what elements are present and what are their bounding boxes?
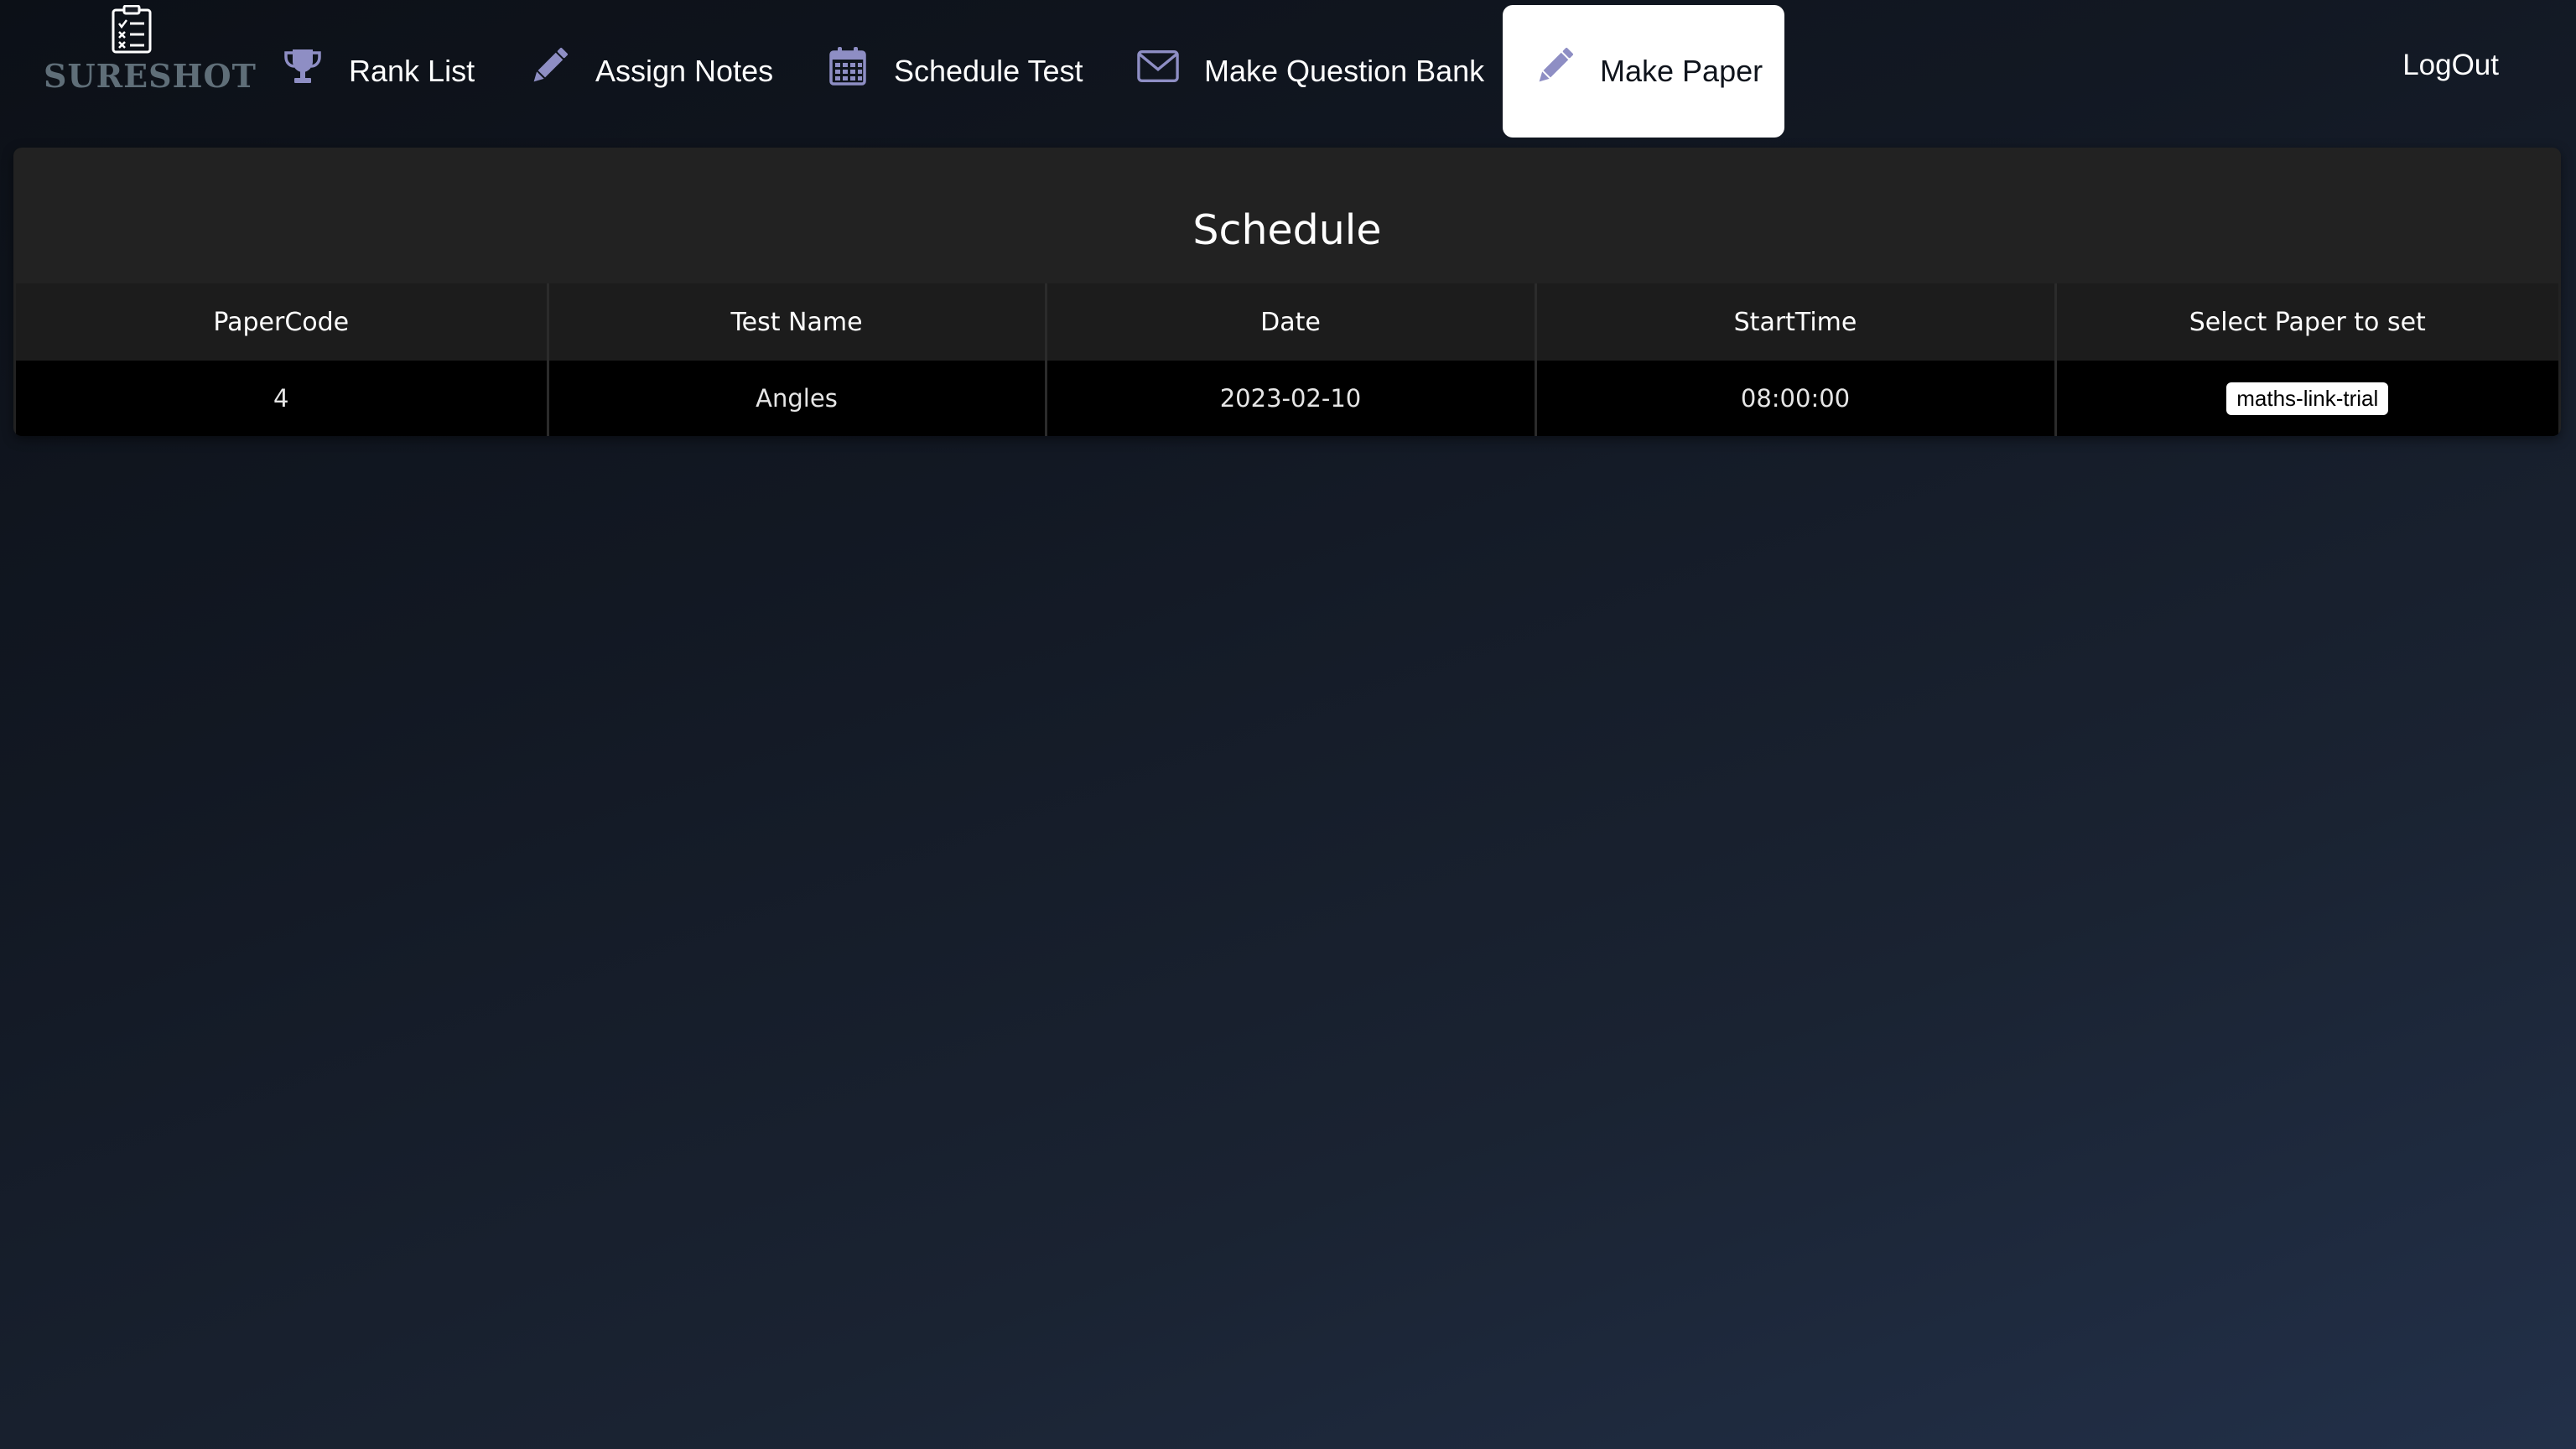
nav-label: Rank List (349, 54, 475, 88)
schedule-panel: Schedule PaperCode Test Name Date StartT… (13, 148, 2561, 436)
nav-label: Make Question Bank (1204, 54, 1485, 88)
column-header-date: Date (1046, 283, 1537, 361)
paper-select-dropdown[interactable]: maths-link-trial (2226, 382, 2389, 415)
clipboard-checklist-icon (112, 5, 152, 54)
cell-test-name: Angles (548, 361, 1047, 436)
table-header-row: PaperCode Test Name Date StartTime Selec… (16, 283, 2558, 361)
column-header-starttime: StartTime (1535, 283, 2057, 361)
schedule-table: PaperCode Test Name Date StartTime Selec… (16, 283, 2558, 436)
cell-start-time: 08:00:00 (1535, 361, 2057, 436)
cell-paper-code: 4 (16, 361, 549, 436)
pencil-icon (1535, 45, 1575, 87)
nav-item-schedule-test[interactable]: Schedule Test (795, 5, 1115, 138)
nav-label: Schedule Test (894, 54, 1083, 88)
column-header-test-name: Test Name (548, 283, 1047, 361)
nav-item-rank-list[interactable]: Rank List (250, 5, 506, 138)
trophy-icon (282, 45, 324, 87)
top-navbar: SURESHOT Rank List Assign Notes Schedule… (0, 0, 2576, 144)
nav-item-make-question-bank[interactable]: Make Question Bank (1105, 5, 1516, 138)
pencil-icon (528, 45, 570, 87)
nav-label: Make Paper (1600, 54, 1763, 88)
column-header-papercode: PaperCode (16, 283, 549, 361)
envelope-icon (1137, 45, 1179, 87)
nav-label: Assign Notes (595, 54, 774, 88)
page-title: Schedule (1192, 206, 1382, 254)
nav-item-make-paper[interactable]: Make Paper (1503, 5, 1784, 138)
logout-button[interactable]: LogOut (2402, 49, 2499, 82)
column-header-select-paper: Select Paper to set (2055, 283, 2558, 361)
cell-select-paper: maths-link-trial (2055, 361, 2558, 436)
brand-name: SURESHOT (44, 57, 257, 95)
brand-logo[interactable]: SURESHOT (44, 5, 257, 97)
cell-date: 2023-02-10 (1046, 361, 1537, 436)
table-row: 4 Angles 2023-02-10 08:00:00 maths-link-… (16, 361, 2558, 436)
calendar-icon (827, 45, 869, 87)
nav-item-assign-notes[interactable]: Assign Notes (496, 5, 805, 138)
